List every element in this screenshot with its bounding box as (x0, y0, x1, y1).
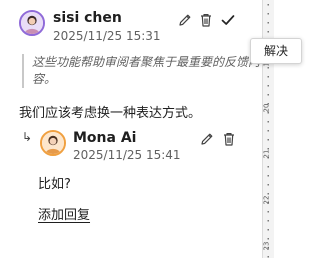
reply-arrow-icon: ↳ (22, 130, 33, 144)
ruler-tick (267, 256, 269, 258)
comment-body: 我们应该考虑换一种表达方式。 (19, 106, 202, 121)
ruler-tick (267, 130, 269, 132)
ruler-tick (267, 94, 269, 96)
ruler-tick (267, 220, 269, 222)
ruler-tick (267, 184, 269, 186)
ruler-tick (267, 4, 269, 6)
ruler-tick (267, 148, 269, 150)
comment-pane: sisi chen 2025/11/25 15:31 这些功能帮助审阅者聚焦于最… (0, 0, 262, 258)
ruler-label: 21 (263, 150, 271, 159)
ruler-tick (267, 166, 269, 168)
comment-author: sisi chen (53, 10, 122, 26)
ruler-tick (267, 139, 269, 141)
ruler-tick (267, 193, 269, 195)
ruler-label: 23 (263, 242, 271, 251)
delete-icon[interactable] (221, 131, 237, 147)
ruler-tick (267, 238, 269, 240)
ruler-tick (267, 229, 269, 231)
ruler-tick (267, 76, 269, 78)
comment-timestamp: 2025/11/25 15:31 (53, 29, 161, 43)
avatar-sisi-chen[interactable] (19, 10, 45, 36)
edit-icon[interactable] (199, 131, 215, 147)
ruler-tick (267, 175, 269, 177)
avatar-mona-ai[interactable] (40, 130, 66, 156)
resolve-check-icon[interactable] (220, 12, 236, 28)
reply-timestamp: 2025/11/25 15:41 (73, 148, 181, 162)
ruler-tick (267, 85, 269, 87)
ruler-tick (267, 211, 269, 213)
edit-icon[interactable] (177, 12, 193, 28)
person-photo-icon (21, 12, 43, 34)
ruler-tick (267, 13, 269, 15)
person-photo-icon (42, 132, 64, 154)
quoted-text: 这些功能帮助审阅者聚焦于最重要的反馈内容。 (22, 54, 262, 88)
delete-icon[interactable] (198, 12, 214, 28)
ruler-tick (267, 31, 269, 33)
reply-body: 比如? (38, 177, 71, 192)
ruler-label: 22 (263, 196, 271, 205)
ruler-tick (267, 121, 269, 123)
resolve-tooltip: 解决 (250, 38, 302, 64)
reply-author: Mona Ai (73, 130, 137, 146)
ruler-label: 20 (263, 104, 271, 113)
ruler-tick (267, 22, 269, 24)
add-reply-link[interactable]: 添加回复 (38, 204, 90, 223)
